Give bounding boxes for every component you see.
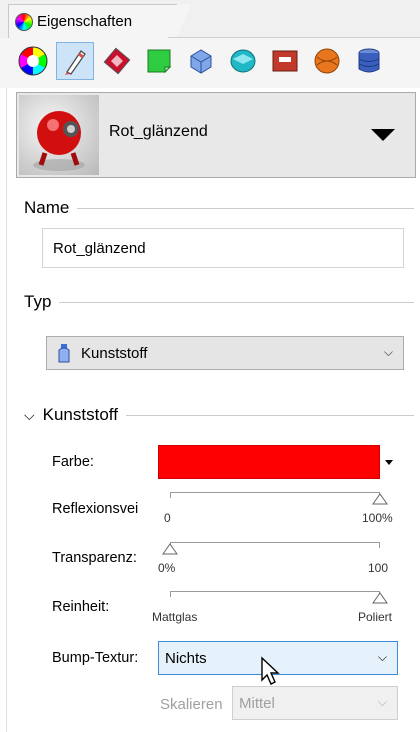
toolbar-button-object[interactable] [182,42,220,80]
material-patch-icon [103,47,131,75]
mouse-cursor-icon [261,656,280,685]
type-section-title: Typ [24,292,52,311]
collapse-chevron-icon[interactable]: ⌵ [24,407,35,424]
plastic-section-title: Kunststoff [42,405,118,424]
toolbar-button-environment[interactable] [224,42,262,80]
toolbar-button-material[interactable] [98,42,136,80]
reflection-slider-thumb[interactable] [372,493,388,505]
reflection-label: Reflexionsvei [52,501,139,517]
purity-max-label: Poliert [358,610,393,624]
name-section-title: Name [24,198,70,217]
plastic-section-header[interactable]: ⌵ Kunststoff [24,403,414,427]
blue-cube-icon [190,49,212,74]
scale-select: Mittel ⌵ [232,686,398,720]
transparency-slider-track[interactable] [170,542,380,548]
toolbar-button-sun[interactable] [308,42,346,80]
color-dropdown-button[interactable] [380,445,398,479]
name-field-value: Rot_glänzend [53,239,146,257]
reflection-slider-track[interactable] [170,492,380,498]
orange-sphere-icon [314,48,340,74]
green-texture-icon [147,49,172,74]
type-select[interactable]: Kunststoff ⌵ [46,336,404,370]
color-wheel-icon [15,12,33,31]
teal-box-icon [230,49,256,73]
purity-slider-thumb[interactable] [372,592,388,604]
bump-texture-label: Bump-Textur: [52,650,139,666]
color-wheel-icon [18,46,48,76]
chevron-down-icon: ⌵ [377,650,387,664]
material-preview-thumbnail [19,95,99,175]
dropdown-arrow-icon[interactable] [371,129,395,141]
chevron-down-icon: ⌵ [377,695,387,709]
reflection-min-label: 0 [164,511,171,525]
type-section-header: Typ [24,290,414,314]
material-selector[interactable]: Rot_glänzend [16,92,416,178]
toolbar-button-texture[interactable] [140,42,178,80]
tab-strip: Eigenschaften [0,0,420,38]
color-swatch[interactable] [158,445,380,479]
material-name: Rot_glänzend [109,123,208,140]
toolbar-button-brush[interactable] [56,42,94,80]
small-triangle-icon [385,459,393,465]
name-field[interactable]: Rot_glänzend [42,228,404,268]
properties-toolbar [0,38,420,88]
type-select-value: Kunststoff [81,344,148,362]
chevron-down-icon: ⌵ [383,345,393,359]
tab-label: Eigenschaften [37,13,133,30]
toolbar-button-color-wheel[interactable] [14,42,52,80]
bump-texture-value: Nichts [165,649,207,667]
color-label: Farbe: [52,454,94,470]
transparency-slider-thumb[interactable] [162,543,178,555]
brush-icon [65,50,86,75]
database-icon [358,48,380,73]
bottle-icon [58,344,70,363]
toolbar-button-ground[interactable] [266,42,304,80]
purity-slider-track[interactable] [170,591,380,597]
scale-label: Skalieren [160,696,223,713]
tab-properties[interactable]: Eigenschaften [8,4,191,38]
name-section-header: Name [24,196,414,220]
transparency-min-label: 0% [158,561,176,575]
transparency-label: Transparenz: [52,550,137,566]
scale-value: Mittel [239,694,275,712]
purity-label: Reinheit: [52,599,110,615]
purity-min-label: Mattglas [152,610,198,624]
reflection-max-label: 100% [362,511,393,525]
transparency-max-label: 100 [368,561,389,575]
toolbar-button-database[interactable] [350,42,388,80]
red-panel-icon [272,50,298,72]
